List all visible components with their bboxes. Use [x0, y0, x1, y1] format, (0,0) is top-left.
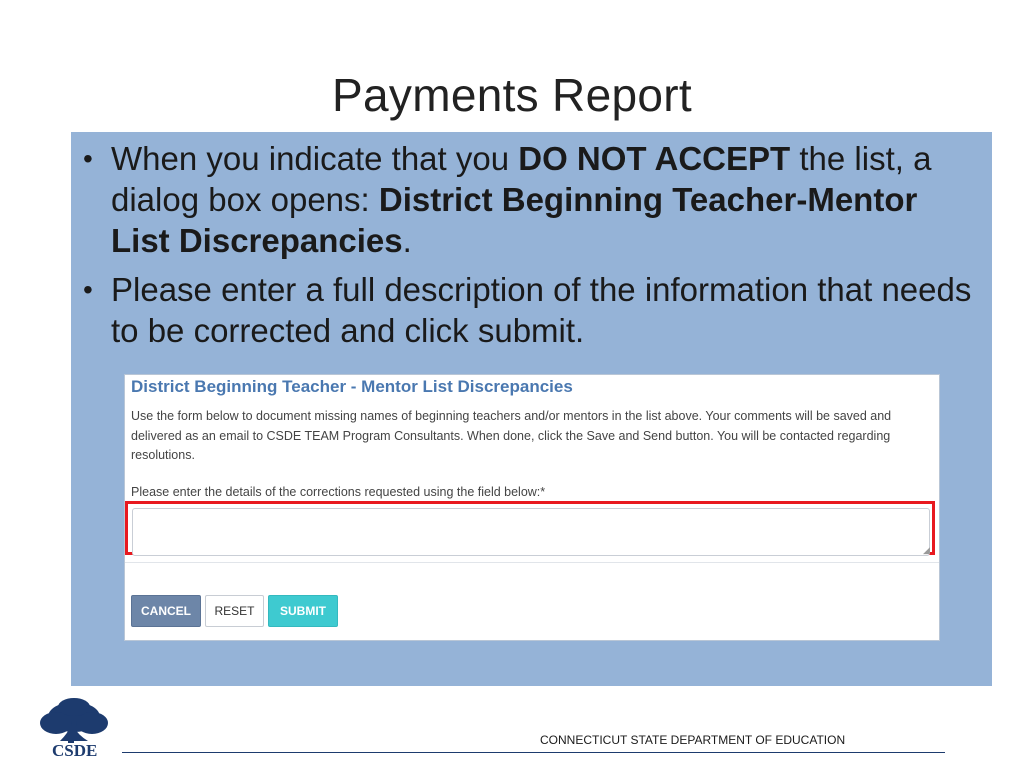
slide-title: Payments Report [332, 69, 692, 121]
content-panel: • When you indicate that you DO NOT ACCE… [71, 132, 992, 686]
logo-text: CSDE [52, 741, 98, 760]
submit-button[interactable]: SUBMIT [268, 595, 338, 627]
footer-divider [122, 752, 945, 753]
bullet-item: • When you indicate that you DO NOT ACCE… [71, 138, 992, 261]
bullet-item: • Please enter a full description of the… [71, 269, 992, 351]
bullet-dot: • [83, 143, 93, 174]
details-field-label: Please enter the details of the correcti… [131, 485, 546, 499]
bullet-list: • When you indicate that you DO NOT ACCE… [71, 138, 992, 359]
dialog-divider [125, 562, 939, 563]
discrepancies-dialog: District Beginning Teacher - Mentor List… [124, 374, 940, 641]
cancel-button[interactable]: CANCEL [131, 595, 201, 627]
resize-grip-icon[interactable]: ◢ [923, 546, 930, 555]
reset-button[interactable]: RESET [205, 595, 264, 627]
corrections-details-field[interactable] [132, 508, 930, 556]
dialog-description: Use the form below to document missing n… [131, 409, 892, 462]
dialog-title: District Beginning Teacher - Mentor List… [131, 377, 573, 396]
bullet-text: Please enter a full description of the i… [111, 271, 972, 349]
bullet-dot: • [83, 274, 93, 305]
bullet-text: When you indicate that you DO NOT ACCEPT… [111, 140, 932, 259]
department-name: CONNECTICUT STATE DEPARTMENT OF EDUCATIO… [540, 733, 846, 747]
